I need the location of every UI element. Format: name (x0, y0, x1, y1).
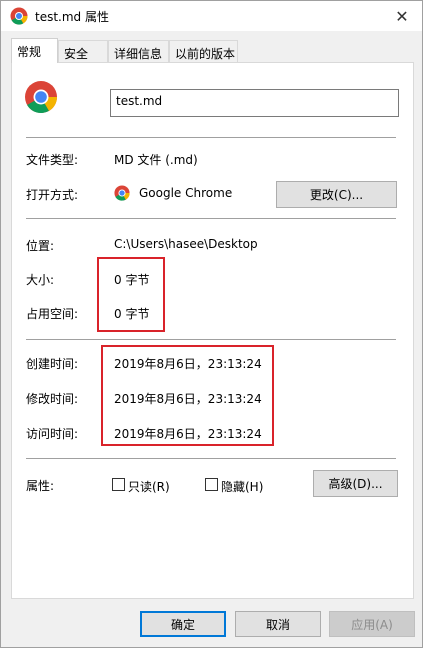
time-highlight-box (101, 345, 274, 446)
hidden-label: 隐藏(H) (221, 480, 264, 494)
tab-previous-versions[interactable]: 以前的版本 (169, 40, 238, 62)
chrome-icon (114, 185, 130, 201)
file-type-label: 文件类型: (26, 153, 79, 167)
separator (26, 137, 396, 138)
tab-label: 详细信息 (114, 47, 163, 61)
tab-label: 安全 (64, 47, 89, 61)
accessed-label: 访问时间: (26, 427, 79, 441)
file-name-input[interactable]: test.md (110, 89, 399, 117)
tab-label: 以前的版本 (175, 47, 236, 61)
change-button[interactable]: 更改(C)... (276, 181, 397, 208)
readonly-checkbox[interactable] (112, 478, 125, 491)
window-title: test.md 属性 (35, 10, 109, 24)
tab-security[interactable]: 安全 (58, 40, 108, 62)
size-label: 大小: (26, 273, 55, 287)
size-highlight-box (97, 257, 165, 332)
title-bar: test.md 属性 ✕ (1, 1, 422, 31)
readonly-label: 只读(R) (128, 480, 170, 494)
hidden-checkbox[interactable] (205, 478, 218, 491)
properties-dialog: test.md 属性 ✕ 常规 安全 详细信息 以前的版本 test.md 文件… (0, 0, 423, 648)
chrome-icon (10, 7, 28, 25)
location-label: 位置: (26, 239, 55, 253)
tab-general[interactable]: 常规 (11, 38, 58, 63)
tab-details[interactable]: 详细信息 (108, 40, 169, 62)
chrome-icon (25, 81, 58, 114)
modified-label: 修改时间: (26, 392, 79, 406)
general-panel (11, 62, 414, 599)
apply-button[interactable]: 应用(A) (329, 611, 415, 637)
cancel-button[interactable]: 取消 (235, 611, 321, 637)
size-on-disk-label: 占用空间: (26, 307, 79, 321)
ok-button[interactable]: 确定 (140, 611, 226, 637)
separator (26, 339, 396, 340)
file-type-value: MD 文件 (.md) (114, 153, 198, 167)
created-label: 创建时间: (26, 357, 79, 371)
close-icon: ✕ (395, 6, 409, 26)
attributes-label: 属性: (26, 479, 55, 493)
opens-with-value: Google Chrome (139, 186, 233, 200)
location-value: C:\Users\hasee\Desktop (114, 237, 258, 251)
opens-with-label: 打开方式: (26, 188, 79, 202)
close-button[interactable]: ✕ (382, 1, 422, 31)
tab-label: 常规 (17, 45, 42, 59)
separator (26, 458, 396, 459)
advanced-button[interactable]: 高级(D)... (313, 470, 398, 497)
separator (26, 218, 396, 219)
